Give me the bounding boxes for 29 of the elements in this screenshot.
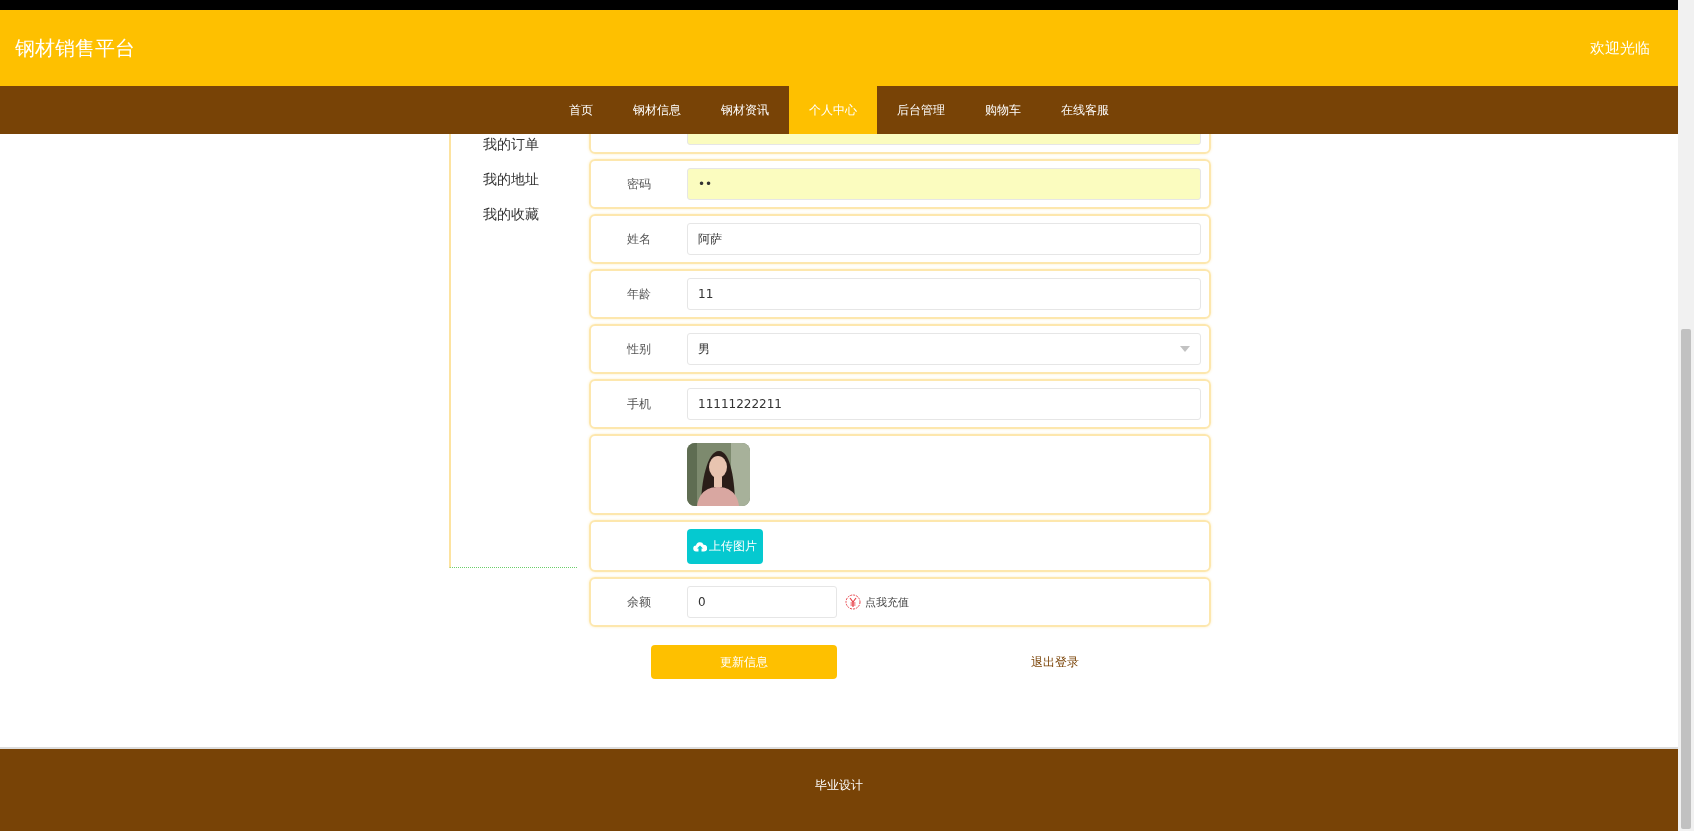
caret-icon bbox=[1180, 346, 1190, 352]
input-field[interactable]: 11 bbox=[687, 278, 1201, 310]
input-field[interactable]: 11111222211 bbox=[687, 388, 1201, 420]
logout-link[interactable]: 退出登录 bbox=[1031, 653, 1079, 671]
field-label: 余额 bbox=[626, 593, 652, 611]
nav-tab[interactable]: 首页 bbox=[549, 86, 613, 134]
sidebar-item[interactable]: 我的地址 bbox=[483, 171, 577, 189]
field-label: 密码 bbox=[626, 175, 652, 193]
nav-tab[interactable]: 钢材信息 bbox=[613, 86, 701, 134]
sidebar-item[interactable]: 我的订单 bbox=[483, 136, 577, 154]
input-field[interactable]: 阿萨 bbox=[687, 223, 1201, 255]
sidebar-item[interactable]: 我的收藏 bbox=[483, 206, 577, 224]
field-label: 性别 bbox=[626, 340, 652, 358]
field-label: 手机 bbox=[626, 395, 652, 413]
field-label: 年龄 bbox=[626, 285, 652, 303]
cloud-upload-icon bbox=[693, 540, 707, 552]
nav-tab[interactable]: 钢材资讯 bbox=[701, 86, 789, 134]
input-field[interactable]: 0 bbox=[687, 586, 837, 618]
yen-icon bbox=[845, 594, 861, 610]
nav-tab[interactable]: 在线客服 bbox=[1041, 86, 1129, 134]
welcome-text: 欢迎光临 bbox=[1590, 38, 1650, 58]
select-field[interactable]: 男 bbox=[687, 333, 1201, 365]
nav-tab[interactable]: 后台管理 bbox=[877, 86, 965, 134]
footer-text: 毕业设计 bbox=[815, 777, 863, 793]
input-field[interactable]: •• bbox=[687, 168, 1201, 200]
site-title: 钢材销售平台 bbox=[15, 34, 135, 62]
nav-tab[interactable]: 购物车 bbox=[965, 86, 1041, 134]
recharge-link[interactable]: 点我充值 bbox=[845, 594, 909, 610]
field-label: 姓名 bbox=[626, 230, 652, 248]
